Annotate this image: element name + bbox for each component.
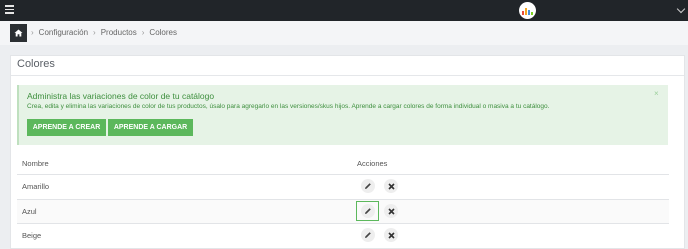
breadcrumb-item-productos[interactable]: Productos <box>101 28 137 37</box>
table-row-name: Azul <box>22 207 37 216</box>
hamburger-icon[interactable] <box>5 5 14 14</box>
breadcrumb-separator: › <box>31 28 34 37</box>
breadcrumb: › Configuración › Productos › Colores <box>31 28 177 37</box>
column-header-acciones: Acciones <box>357 159 388 168</box>
table-row-highlight <box>17 200 669 223</box>
table-divider <box>17 223 669 224</box>
breadcrumb-item-configuracion[interactable]: Configuración <box>39 28 88 37</box>
home-icon[interactable] <box>10 24 27 42</box>
close-icon[interactable] <box>384 228 398 242</box>
table-divider <box>17 174 669 175</box>
pencil-icon[interactable] <box>361 204 375 218</box>
breadcrumb-separator: › <box>141 28 145 37</box>
learn-upload-button[interactable]: APRENDE A CARGAR <box>108 119 193 136</box>
column-header-nombre: Nombre <box>22 159 49 168</box>
page-title: Colores <box>17 58 55 70</box>
bar-chart-logo-icon[interactable] <box>519 2 536 19</box>
table-row-name: Beige <box>22 231 42 240</box>
pencil-icon[interactable] <box>361 228 375 242</box>
table-row-name: Amarillo <box>22 182 50 191</box>
close-icon[interactable] <box>384 179 398 193</box>
table-divider <box>17 199 669 200</box>
alert-body: Crea, edita y elimina las variaciones de… <box>27 103 550 110</box>
alert-title: Administra las variaciones de color de t… <box>27 91 215 101</box>
learn-create-button[interactable]: APRENDE A CREAR <box>27 119 106 136</box>
top-navbar <box>0 0 688 21</box>
breadcrumb-item-colores[interactable]: Colores <box>149 28 177 37</box>
breadcrumb-separator: › <box>93 28 96 37</box>
pencil-icon[interactable] <box>361 179 375 193</box>
panel-divider <box>11 75 684 76</box>
close-icon[interactable] <box>384 204 398 218</box>
close-icon[interactable]: × <box>654 89 659 98</box>
